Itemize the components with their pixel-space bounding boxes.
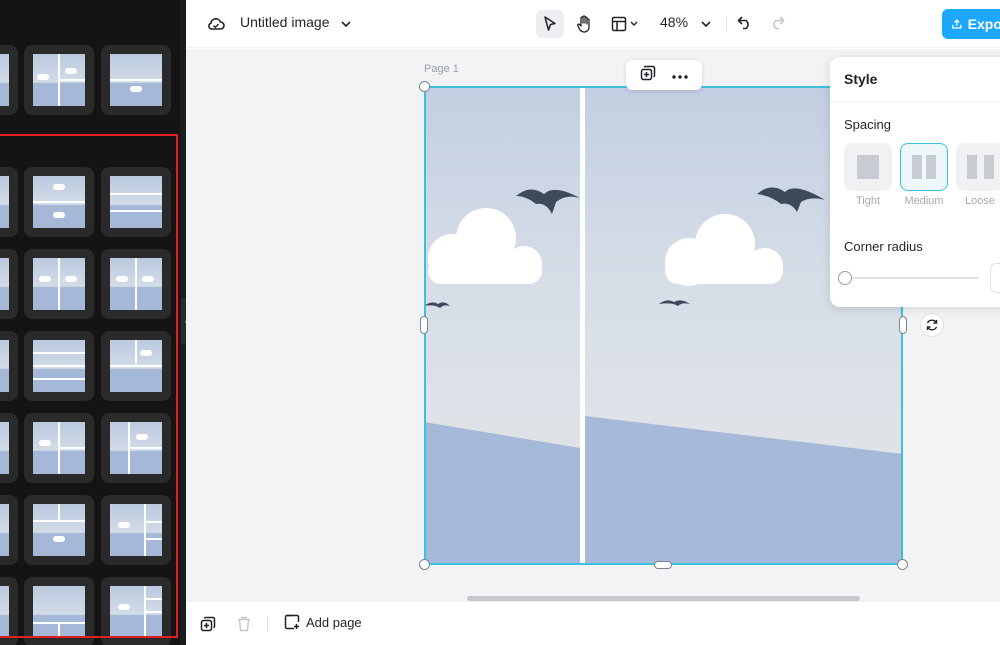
resize-handle-top-left[interactable] (419, 81, 430, 92)
spacing-option-medium[interactable] (900, 143, 948, 191)
layout-menu-button[interactable] (608, 10, 642, 38)
corner-radius-slider-track[interactable] (844, 277, 978, 279)
document-title[interactable]: Untitled image (240, 14, 330, 30)
corner-radius-label: Corner radius (844, 239, 923, 254)
rotate-button[interactable] (920, 313, 944, 337)
resize-handle-left[interactable] (420, 316, 428, 334)
zoom-chevron-down-icon[interactable] (698, 15, 714, 33)
undo-icon (737, 16, 749, 30)
app-window: ‹ Untitled image 48% (0, 0, 1000, 645)
export-label: Export (967, 16, 1000, 32)
bottom-toolbar: Add page (186, 601, 1000, 645)
chevron-down-icon[interactable] (338, 15, 354, 33)
resize-handle-bottom-right[interactable] (897, 559, 908, 570)
layout-thumbnail[interactable] (101, 45, 171, 115)
corner-radius-slider-knob[interactable] (838, 271, 852, 285)
floating-toolbar (626, 60, 702, 90)
spacing-option-label: Tight (855, 195, 881, 207)
duplicate-page-button[interactable] (200, 616, 216, 637)
resize-handle-bottom-left[interactable] (419, 559, 430, 570)
duplicate-icon (640, 65, 656, 80)
duplicate-page-icon (200, 616, 216, 632)
rotate-icon (926, 319, 938, 331)
top-toolbar: Untitled image 48% Export (186, 0, 1000, 48)
spacing-option-label: Medium (904, 195, 944, 207)
spacing-option-loose[interactable] (956, 143, 1000, 191)
export-button[interactable]: Export (942, 9, 1000, 39)
more-options-button[interactable] (672, 66, 688, 84)
hand-tool-button[interactable] (570, 10, 598, 38)
style-panel: Style Spacing Tight Medium Loose Corner … (830, 57, 1000, 307)
toolbar-divider (726, 16, 727, 32)
layout-thumbnail[interactable] (0, 45, 18, 115)
duplicate-button[interactable] (640, 65, 656, 86)
resize-handle-right[interactable] (899, 316, 907, 334)
cloud-icon[interactable] (206, 14, 226, 34)
layout-thumbnail[interactable] (24, 45, 94, 115)
page-label: Page 1 (424, 63, 459, 75)
spacing-option-label: Loose (965, 195, 995, 207)
zoom-level[interactable]: 48% (660, 14, 688, 30)
add-page-button[interactable]: Add page (284, 614, 362, 630)
corner-radius-input[interactable] (990, 263, 1000, 293)
select-pointer-icon (544, 16, 556, 31)
redo-button[interactable] (766, 12, 788, 34)
add-page-label: Add page (306, 614, 362, 630)
hand-icon (577, 15, 590, 33)
select-tool-button[interactable] (536, 10, 564, 38)
add-page-icon (284, 614, 300, 630)
delete-page-button[interactable] (237, 616, 251, 637)
spacing-option-tight[interactable] (844, 143, 892, 191)
highlight-box (0, 134, 178, 638)
divider (267, 616, 268, 632)
resize-handle-bottom[interactable] (654, 561, 672, 569)
more-icon (672, 75, 688, 79)
undo-button[interactable] (734, 12, 756, 34)
spacing-label: Spacing (844, 117, 891, 132)
redo-icon (773, 16, 785, 30)
layout-icon (611, 16, 638, 32)
divider (830, 101, 1000, 102)
export-icon (952, 19, 962, 29)
trash-icon (238, 616, 250, 632)
style-panel-title: Style (844, 71, 878, 87)
layout-sidebar (0, 0, 180, 645)
